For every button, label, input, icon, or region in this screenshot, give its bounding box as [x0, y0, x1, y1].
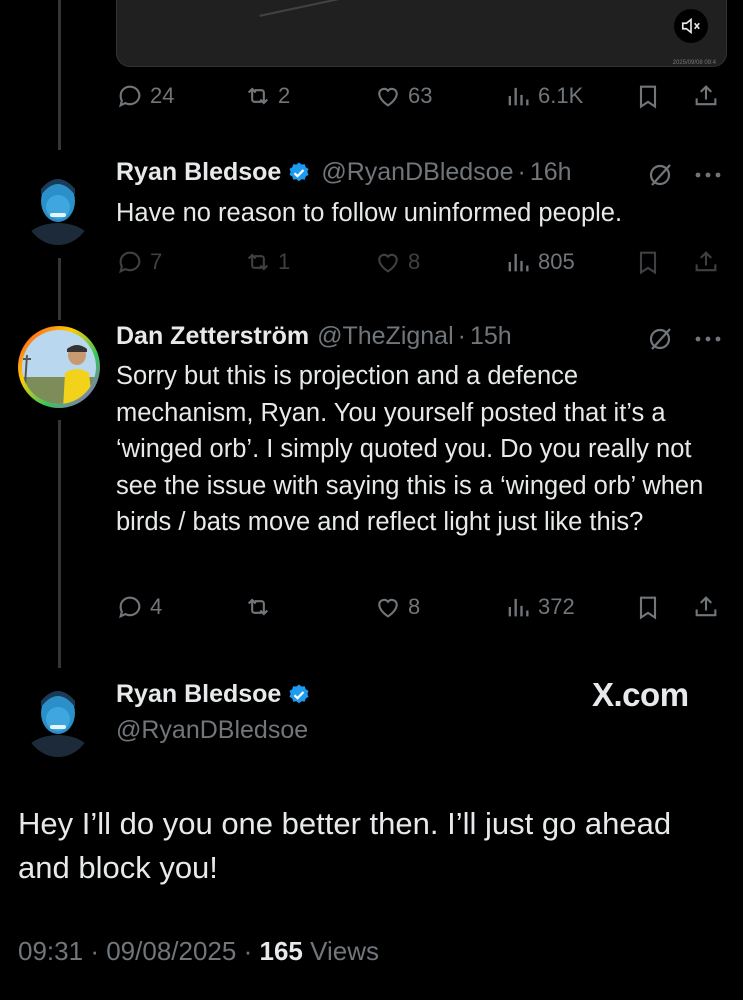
- bookmark-icon: [639, 596, 657, 620]
- dot-separator: ·: [90, 936, 99, 966]
- repost-count: 1: [278, 249, 291, 274]
- verified-badge-icon: [289, 162, 309, 181]
- like-button[interactable]: 63: [374, 78, 432, 114]
- analytics-bars-icon: [508, 253, 529, 272]
- like-count: 8: [408, 249, 421, 274]
- author-handle[interactable]: @RyanDBledsoe: [116, 716, 308, 745]
- like-button[interactable]: 8: [374, 244, 420, 280]
- post1-text: Have no reason to follow uninformed peop…: [116, 199, 623, 227]
- post2-actions: 4 8 372: [116, 589, 726, 625]
- author-handle[interactable]: @TheZignal: [317, 322, 454, 351]
- reply-count: 24: [150, 83, 175, 108]
- views-button[interactable]: 372: [504, 589, 575, 625]
- video-player[interactable]: 2025/09/08 09:4: [116, 0, 727, 67]
- heart-icon: [378, 598, 398, 618]
- post-time[interactable]: 16h: [530, 158, 572, 187]
- share-upload-icon: [695, 251, 717, 272]
- analytics-bars-icon: [508, 598, 529, 617]
- dot-separator: ·: [457, 322, 466, 350]
- author-name[interactable]: Dan Zetterström: [116, 322, 309, 351]
- views-count: 165: [259, 936, 303, 966]
- analytics-bars-icon: [508, 87, 529, 106]
- grok-icon[interactable]: [648, 326, 674, 352]
- share-upload-icon: [695, 596, 717, 617]
- verified-badge-icon: [289, 684, 309, 703]
- thread-line-bottom: [58, 420, 61, 668]
- reply-bubble-icon: [119, 596, 141, 619]
- heart-icon: [378, 87, 398, 107]
- like-count: 8: [408, 594, 421, 619]
- post1-header: Ryan Bledsoe @RyanDBledsoe · 16h: [116, 158, 572, 187]
- repost-arrows-icon: [247, 253, 269, 271]
- views-label: Views: [310, 936, 380, 966]
- reply-bubble-icon: [119, 251, 141, 274]
- reply-count: 4: [150, 594, 163, 619]
- repost-button[interactable]: 1: [244, 244, 290, 280]
- share-button[interactable]: [692, 244, 720, 280]
- more-dots-icon[interactable]: [694, 171, 722, 179]
- views-count: 805: [538, 249, 575, 274]
- share-button[interactable]: [692, 78, 720, 114]
- thread-line-top: [58, 0, 61, 150]
- avatar-dan-zetterstrom[interactable]: [17, 325, 101, 409]
- reply-count: 7: [150, 249, 163, 274]
- mute-button[interactable]: [674, 9, 708, 43]
- like-button[interactable]: 8: [374, 589, 420, 625]
- repost-arrows-icon: [247, 598, 269, 616]
- reply-button[interactable]: 7: [116, 244, 162, 280]
- bookmark-button[interactable]: [634, 244, 662, 280]
- repost-arrows-icon: [247, 87, 269, 105]
- bookmark-icon: [639, 85, 657, 109]
- views-button[interactable]: 805: [504, 244, 575, 280]
- thread-line-middle: [58, 258, 61, 320]
- top-post-actions: 24 2 63 6.1K: [116, 78, 726, 114]
- grok-icon[interactable]: [648, 162, 674, 188]
- main-post-name-row: Ryan Bledsoe: [116, 680, 321, 709]
- bookmark-icon: [639, 251, 657, 275]
- share-button[interactable]: [692, 589, 720, 625]
- heart-icon: [378, 253, 398, 273]
- x-com-watermark: X.com: [592, 676, 689, 713]
- repost-button[interactable]: 2: [244, 78, 290, 114]
- avatar-ryan-bledsoe[interactable]: [23, 165, 93, 245]
- post-time[interactable]: 15h: [470, 322, 512, 351]
- main-post-text: Hey I’ll do you one better then. I’ll ju…: [18, 806, 672, 885]
- post2-text: Sorry but this is projection and a defen…: [116, 362, 704, 536]
- video-frame-streak: [259, 0, 485, 17]
- repost-button[interactable]: [244, 589, 278, 625]
- speaker-muted-icon: [681, 17, 700, 35]
- reply-button[interactable]: 24: [116, 78, 174, 114]
- more-dots-icon[interactable]: [694, 335, 722, 343]
- views-count: 6.1K: [538, 83, 584, 108]
- like-count: 63: [408, 83, 433, 108]
- post-time[interactable]: 09:31: [18, 936, 83, 966]
- avatar-ryan-bledsoe-main[interactable]: [23, 677, 93, 757]
- author-name[interactable]: Ryan Bledsoe: [116, 158, 281, 187]
- post2-header: Dan Zetterström @TheZignal · 15h: [116, 322, 512, 351]
- dot-separator: ·: [243, 936, 253, 966]
- views-count: 372: [538, 594, 575, 619]
- bookmark-button[interactable]: [634, 589, 662, 625]
- post1-actions: 7 1 8 805: [116, 244, 726, 280]
- repost-count: 2: [278, 83, 291, 108]
- reply-bubble-icon: [119, 85, 141, 108]
- views-button[interactable]: 6.1K: [504, 78, 583, 114]
- post-date[interactable]: 09/08/2025: [106, 936, 236, 966]
- video-timestamp-overlay: 2025/09/08 09:4: [672, 60, 716, 66]
- reply-button[interactable]: 4: [116, 589, 162, 625]
- author-name[interactable]: Ryan Bledsoe: [116, 680, 281, 709]
- bookmark-button[interactable]: [634, 78, 662, 114]
- dot-separator: ·: [517, 158, 526, 186]
- main-post-handle-row: @RyanDBledsoe: [116, 716, 308, 745]
- share-upload-icon: [695, 85, 717, 106]
- author-handle[interactable]: @RyanDBledsoe: [321, 158, 513, 187]
- main-post-meta: 09:31 · 09/08/2025 · 165 Views: [18, 936, 379, 967]
